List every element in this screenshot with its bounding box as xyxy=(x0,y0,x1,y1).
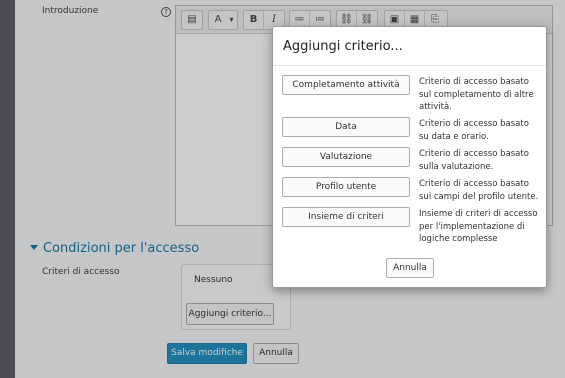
criterion-description: Insieme di criteri di accesso per l'impl… xyxy=(419,209,538,244)
dialog-cancel-button[interactable]: Annulla xyxy=(386,258,434,278)
criterion-activity-completion-button[interactable]: Completamento attività xyxy=(282,75,410,95)
dialog-title: Aggiungi criterio... xyxy=(283,39,403,54)
dialog-divider xyxy=(273,65,546,66)
criterion-description: Criterio di accesso basato sui campi del… xyxy=(419,179,539,202)
criterion-description: Criterio di accesso basato sulla valutaz… xyxy=(419,149,529,172)
criterion-user-profile-button[interactable]: Profilo utente xyxy=(282,177,410,197)
criterion-date-button[interactable]: Data xyxy=(282,117,410,137)
criterion-description: Criterio di accesso basato sul completam… xyxy=(419,77,534,112)
add-criterion-dialog: Aggiungi criterio... Completamento attiv… xyxy=(272,26,547,288)
criterion-grade-button[interactable]: Valutazione xyxy=(282,147,410,167)
criterion-restriction-set-button[interactable]: Insieme di criteri xyxy=(282,207,410,227)
criterion-description: Criterio di accesso basato su data e ora… xyxy=(419,119,529,142)
